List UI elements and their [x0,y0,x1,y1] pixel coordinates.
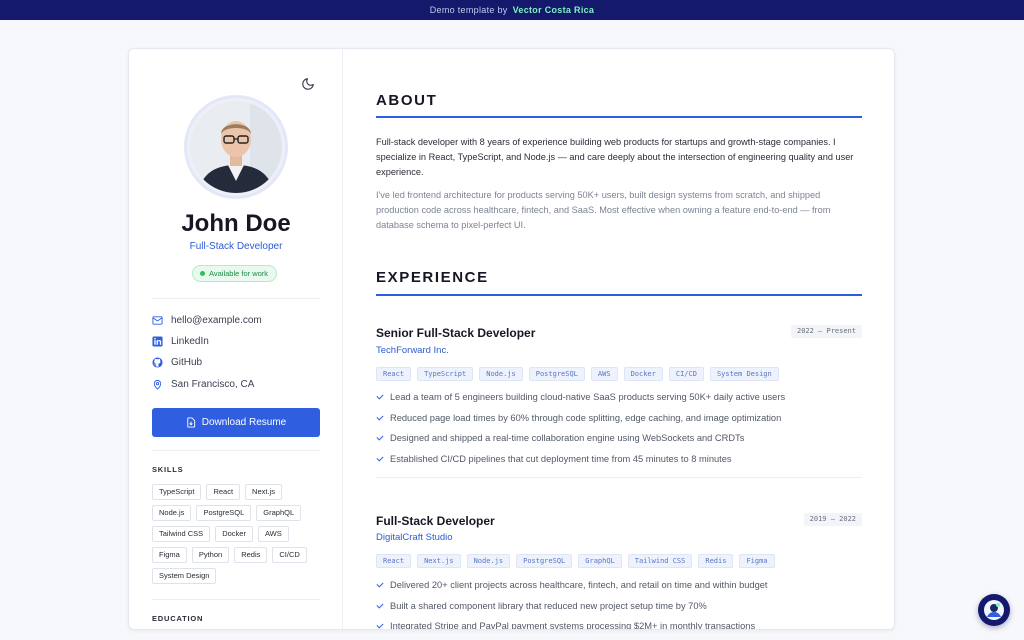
skill-chip: Docker [215,526,253,542]
job-achievements: Delivered 20+ client projects across hea… [376,578,862,629]
github-icon [152,357,163,368]
job-achievements: Lead a team of 5 engineers building clou… [376,390,862,472]
demo-banner-text: Demo template by [429,5,508,15]
achievement-item: Lead a team of 5 engineers building clou… [376,390,862,411]
achievement-item: Reduced page load times by 60% through c… [376,411,862,432]
sidebar-divider [152,450,320,451]
assistant-avatar-icon [984,600,1004,620]
job-title: Senior Full-Stack Developer [376,326,536,340]
avatar [184,95,288,199]
skill-chip: Node.js [152,505,192,521]
skill-chip: TypeScript [152,484,202,500]
about-heading: ABOUT [376,92,438,109]
contact-github-text: GitHub [171,357,203,368]
skill-chip: Redis [234,547,268,563]
demo-banner: Demo template by Vector Costa Rica [0,0,1024,20]
skill-chip: Python [191,547,230,563]
profile-sidebar: John Doe Full-Stack Developer Available … [129,49,343,629]
tech-tag: PostgreSQL [516,554,573,568]
tech-tag: AWS [590,367,618,381]
skills-list: TypeScript React Next.js Node.js Postgre… [152,484,322,584]
resume-main: ABOUT Full-stack developer with 8 years … [376,49,862,629]
skill-chip: Figma [152,547,187,563]
skills-heading: SKILLS [152,465,184,474]
about-heading-rule [376,116,862,118]
tech-tag: Next.js [417,554,461,568]
sidebar-divider [152,298,320,299]
skill-chip: GraphQL [256,505,302,521]
job-company-link[interactable]: TechForward Inc. [376,345,449,356]
skill-chip: System Design [152,568,217,584]
tech-tag: Tailwind CSS [627,554,693,568]
contact-linkedin-text: LinkedIn [171,336,209,347]
achievement-item: Integrated Stripe and PayPal payment sys… [376,619,862,629]
availability-badge: Available for work [192,265,278,282]
achievement-item: Designed and shipped a real-time collabo… [376,431,862,452]
job-dates: 2022 — Present [790,325,862,338]
achievement-item: Delivered 20+ client projects across hea… [376,578,862,599]
profile-name: John Doe [181,210,291,237]
document-download-icon [187,417,195,428]
resume-card: John Doe Full-Stack Developer Available … [128,48,895,630]
skill-chip: Next.js [245,484,282,500]
experience-heading: EXPERIENCE [376,269,489,286]
experience-heading-rule [376,294,862,296]
download-resume-button[interactable]: Download Resume [152,408,320,437]
profile-photo [190,101,282,193]
education-heading: EDUCATION [152,614,204,623]
contact-email-text: hello@example.com [171,315,262,326]
skill-chip: PostgreSQL [196,505,252,521]
job-company-link[interactable]: DigitalCraft Studio [376,532,453,543]
achievement-item: Established CI/CD pipelines that cut dep… [376,452,862,473]
contact-linkedin-link[interactable]: LinkedIn [152,336,209,347]
achievement-item: Built a shared component library that re… [376,599,862,620]
tech-tag: React [376,554,412,568]
profile-role: Full-Stack Developer [189,241,283,252]
mail-icon [152,316,163,325]
demo-banner-brand-link[interactable]: Vector Costa Rica [513,5,595,15]
chat-assistant-button[interactable] [978,594,1010,626]
linkedin-icon [152,336,163,347]
tech-tag: System Design [709,367,779,381]
contact-github-link[interactable]: GitHub [152,357,202,368]
tech-tag: GraphQL [578,554,622,568]
tech-tag: Node.js [479,367,523,381]
tech-tag: PostgreSQL [528,367,585,381]
about-paragraph-1: Full-stack developer with 8 years of exp… [376,137,854,177]
job-tags: React Next.js Node.js PostgreSQL GraphQL… [376,554,775,568]
tech-tag: Docker [623,367,663,381]
about-paragraph-2: I've led frontend architecture for produ… [376,190,831,230]
job-title: Full-Stack Developer [376,514,495,528]
tech-tag: TypeScript [417,367,474,381]
job-tags: React TypeScript Node.js PostgreSQL AWS … [376,367,779,381]
skill-chip: Tailwind CSS [152,526,211,542]
tech-tag: Node.js [466,554,511,568]
job-divider [376,477,862,478]
skill-chip: CI/CD [272,547,307,563]
location-pin-icon [153,379,162,390]
skill-chip: React [206,484,241,500]
sidebar-divider [152,599,320,600]
contact-location-text: San Francisco, CA [171,379,255,390]
tech-tag: Figma [739,554,775,568]
tech-tag: Redis [698,554,734,568]
skill-chip: AWS [257,526,289,542]
tech-tag: React [376,367,412,381]
download-resume-label: Download Resume [201,417,287,428]
tech-tag: CI/CD [668,367,704,381]
moon-icon[interactable] [301,77,315,91]
job-dates: 2019 — 2022 [803,513,862,526]
contact-location: San Francisco, CA [152,379,254,390]
contact-email-link[interactable]: hello@example.com [152,315,262,326]
